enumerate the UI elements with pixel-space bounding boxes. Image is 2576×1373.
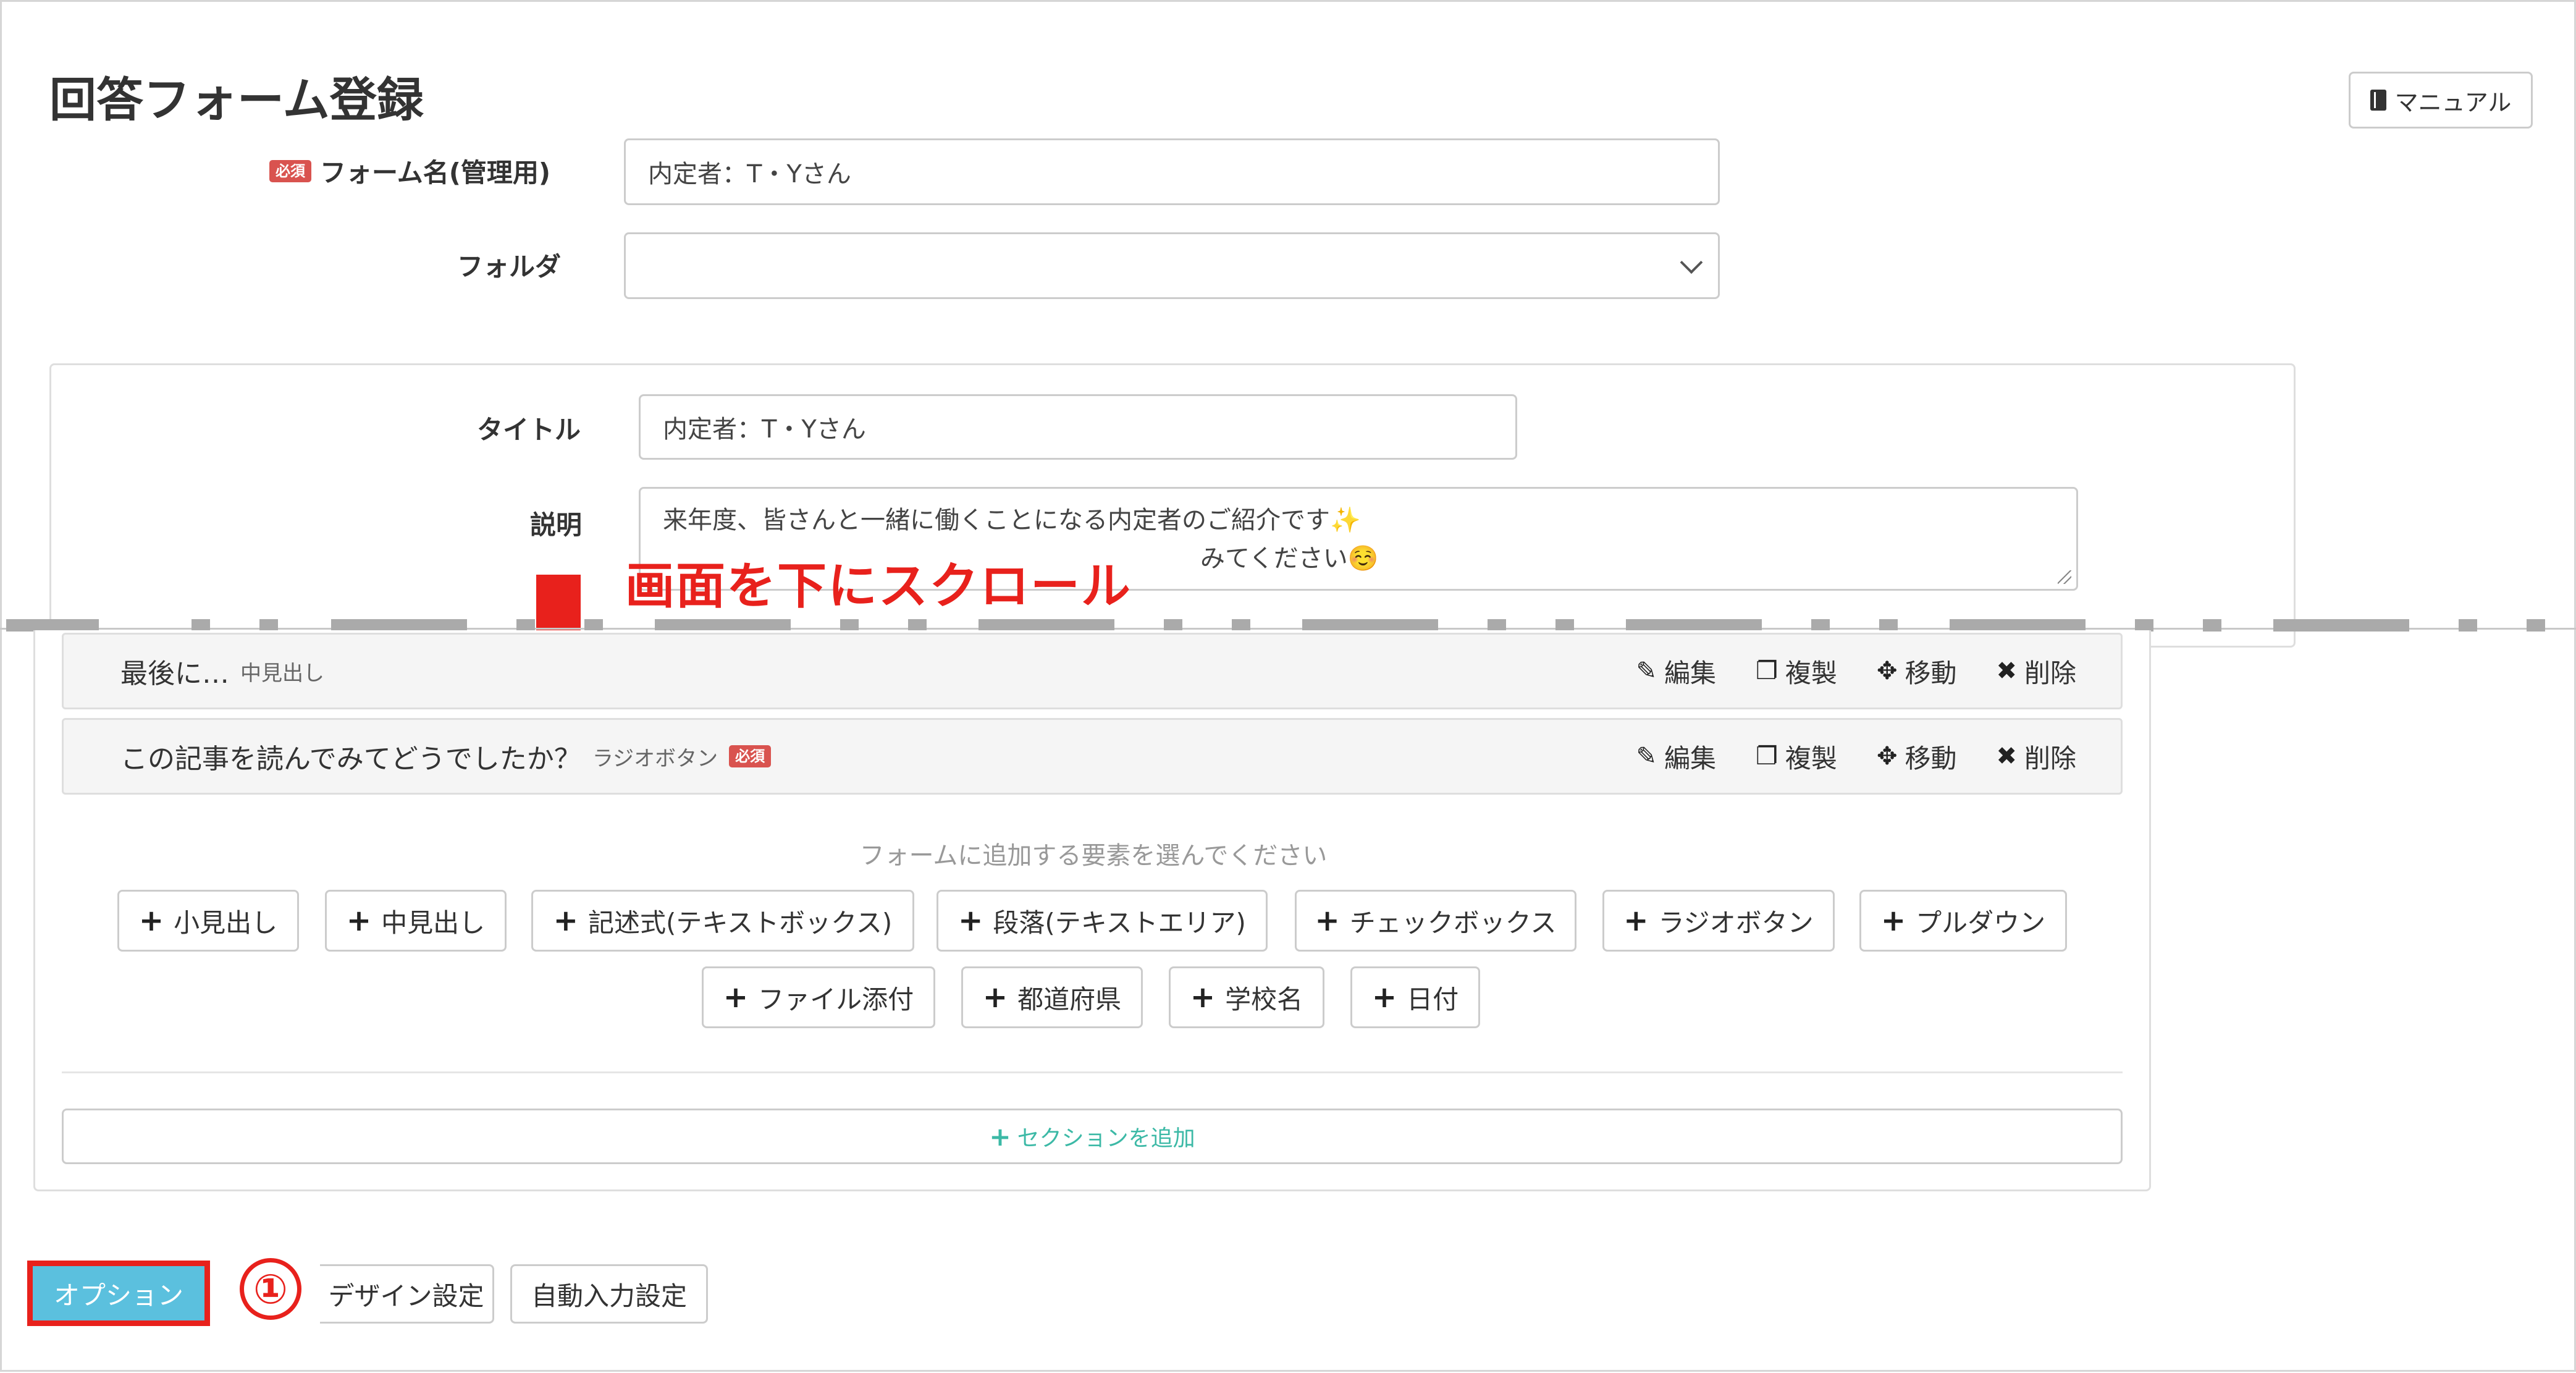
form-item-row[interactable]: 最後に… 中見出し ✎ 編集 ❐ 複製 ✥ 移動 ✖ 削除 — [62, 633, 2123, 709]
scroll-annotation-text: 画面を下にスクロール — [625, 557, 1132, 615]
item-type: 中見出し — [240, 661, 324, 686]
item-title: この記事を読んでみてどうでしたか？ — [120, 743, 581, 775]
design-settings-button[interactable]: デザイン設定 — [320, 1264, 494, 1324]
close-icon: ✖ — [1996, 742, 2017, 771]
plus-icon: + — [958, 903, 983, 938]
add-section-label: セクションを追加 — [1017, 1126, 1195, 1151]
chevron-down-icon — [1680, 251, 1703, 274]
option-button[interactable]: オプション — [27, 1261, 210, 1326]
book-icon — [2370, 90, 2386, 111]
folder-select[interactable] — [624, 232, 1720, 299]
plus-icon: + — [1371, 980, 1397, 1015]
add-pulldown-button[interactable]: + プルダウン — [1859, 890, 2067, 952]
add-text-area-button[interactable]: + 段落(テキストエリア) — [937, 890, 1268, 952]
section-description-label: 説明 — [530, 510, 583, 540]
add-small-heading-button[interactable]: + 小見出し — [117, 890, 299, 952]
plus-icon: + — [1315, 903, 1340, 938]
manual-button[interactable]: マニュアル — [2349, 72, 2533, 129]
pencil-icon: ✎ — [1636, 657, 1657, 685]
auto-input-settings-button[interactable]: 自動入力設定 — [510, 1264, 708, 1324]
plus-icon: + — [553, 903, 578, 938]
move-button[interactable]: ✥ 移動 — [1877, 653, 1957, 690]
divider — [62, 1071, 2123, 1073]
plus-icon: + — [346, 903, 372, 938]
edit-button[interactable]: ✎ 編集 — [1636, 653, 1717, 690]
duplicate-button[interactable]: ❐ 複製 — [1756, 653, 1837, 690]
description-line-1: 来年度、皆さんと一緒に働くことになる内定者のご紹介です✨ — [663, 506, 1361, 534]
form-name-input[interactable]: 内定者：T・Yさん — [624, 138, 1720, 205]
folder-label: フォルダ — [457, 251, 562, 282]
plus-icon: + — [982, 980, 1008, 1015]
plus-icon: + — [1880, 903, 1906, 938]
resize-handle-icon[interactable] — [2058, 570, 2071, 584]
plus-icon: + — [1190, 980, 1216, 1015]
required-badge: 必須 — [729, 745, 772, 767]
add-prefecture-button[interactable]: + 都道府県 — [961, 966, 1143, 1028]
page-title: 回答フォーム登録 — [49, 72, 424, 127]
item-title: 最後に… — [120, 658, 229, 690]
plus-icon: + — [1623, 903, 1649, 938]
copy-icon: ❐ — [1756, 657, 1778, 685]
manual-button-label: マニュアル — [2394, 88, 2512, 116]
move-icon: ✥ — [1876, 742, 1898, 771]
add-element-hint: フォームに追加する要素を選んでください — [859, 842, 1328, 870]
item-type: ラジオボタン — [592, 746, 718, 771]
plus-icon: + — [989, 1121, 1011, 1152]
add-section-button[interactable]: + セクションを追加 — [62, 1109, 2123, 1164]
close-icon: ✖ — [1996, 657, 2017, 685]
add-checkbox-button[interactable]: + チェックボックス — [1295, 890, 1576, 952]
delete-button[interactable]: ✖ 削除 — [1996, 738, 2076, 775]
move-icon: ✥ — [1876, 657, 1898, 685]
section-title-input[interactable]: 内定者：T・Yさん — [639, 394, 1517, 460]
move-button[interactable]: ✥ 移動 — [1877, 738, 1957, 775]
add-radio-button[interactable]: + ラジオボタン — [1602, 890, 1835, 952]
plus-icon: + — [138, 903, 164, 938]
step-number-badge: ① — [240, 1258, 301, 1320]
form-name-label: フォーム名(管理用) — [320, 158, 551, 188]
form-name-label-group: 必須 フォーム名(管理用) — [269, 152, 550, 190]
section-title-label: タイトル — [477, 415, 581, 445]
add-file-button[interactable]: + ファイル添付 — [702, 966, 935, 1028]
required-badge: 必須 — [269, 159, 311, 182]
plus-icon: + — [723, 980, 749, 1015]
copy-icon: ❐ — [1756, 742, 1778, 771]
pencil-icon: ✎ — [1636, 742, 1657, 771]
edit-button[interactable]: ✎ 編集 — [1636, 738, 1717, 775]
add-text-box-button[interactable]: + 記述式(テキストボックス) — [531, 890, 914, 952]
form-item-row[interactable]: この記事を読んでみてどうでしたか？ ラジオボタン 必須 ✎ 編集 ❐ 複製 ✥ 移動 … — [62, 718, 2123, 795]
add-date-button[interactable]: + 日付 — [1350, 966, 1480, 1028]
add-medium-heading-button[interactable]: + 中見出し — [325, 890, 507, 952]
delete-button[interactable]: ✖ 削除 — [1996, 653, 2076, 690]
add-school-button[interactable]: + 学校名 — [1169, 966, 1324, 1028]
duplicate-button[interactable]: ❐ 複製 — [1756, 738, 1837, 775]
